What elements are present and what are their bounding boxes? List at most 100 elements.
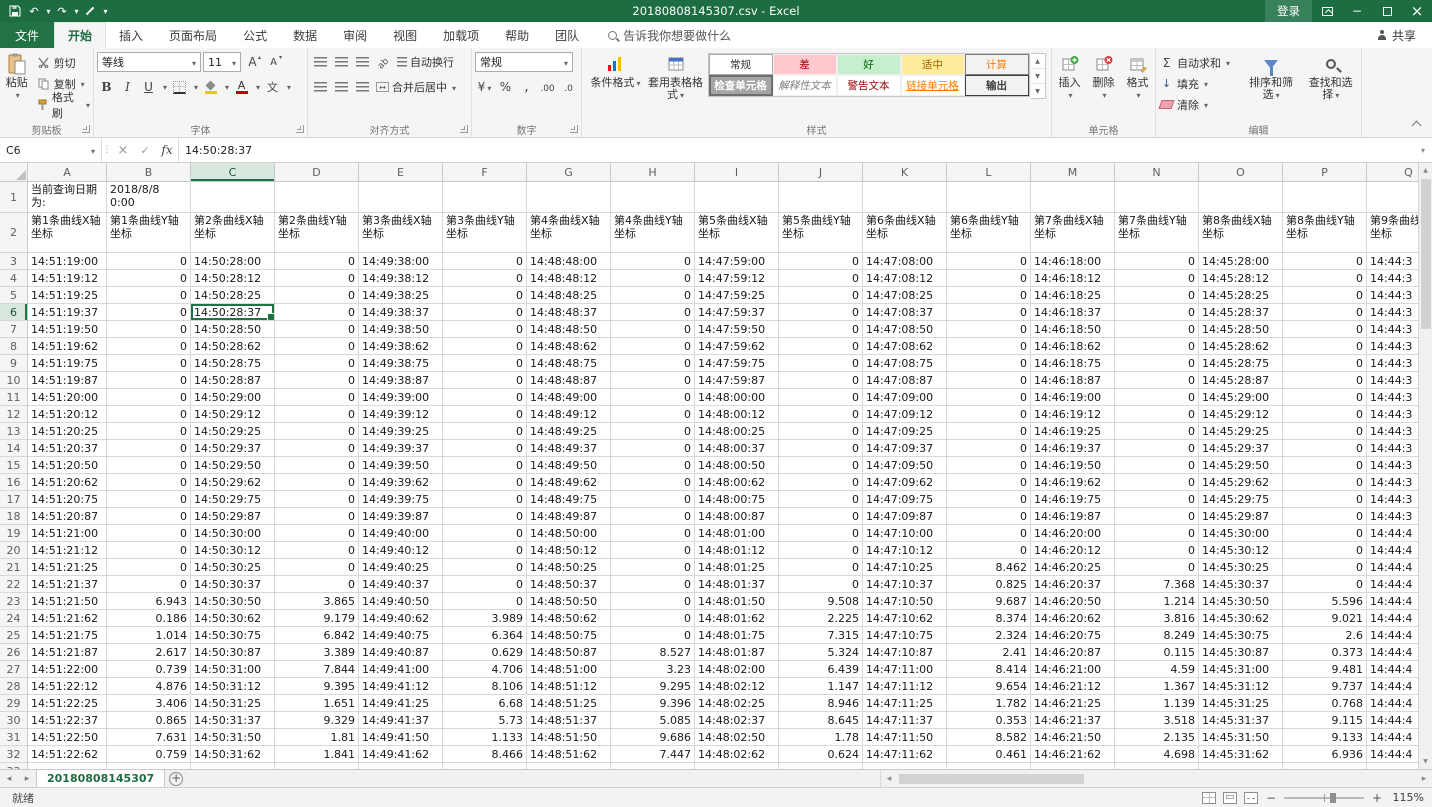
cell-J5[interactable]: 0: [779, 287, 863, 304]
cell-J22[interactable]: 0: [779, 576, 863, 593]
row-header-15[interactable]: 15: [0, 457, 28, 474]
cell-B14[interactable]: 0: [107, 440, 191, 457]
cell-P1[interactable]: [1283, 182, 1367, 213]
redo-button[interactable]: [53, 1, 71, 21]
cell-L10[interactable]: 0: [947, 372, 1031, 389]
cell-J10[interactable]: 0: [779, 372, 863, 389]
cell-C23[interactable]: 14:50:30:50: [191, 593, 275, 610]
column-header-E[interactable]: E: [359, 163, 443, 182]
ribbon-tab-data[interactable]: 数据: [280, 22, 330, 48]
normal-view-button[interactable]: [1202, 792, 1216, 804]
cell-N32[interactable]: 4.698: [1115, 746, 1199, 763]
cell-M29[interactable]: 14:46:21:25: [1031, 695, 1115, 712]
cell-K32[interactable]: 14:47:11:62: [863, 746, 947, 763]
cell-M16[interactable]: 14:46:19:62: [1031, 474, 1115, 491]
cell-M31[interactable]: 14:46:21:50: [1031, 729, 1115, 746]
cell-L21[interactable]: 8.462: [947, 559, 1031, 576]
sort-filter-button[interactable]: 排序和筛选: [1242, 50, 1301, 103]
cell-I14[interactable]: 14:48:00:37: [695, 440, 779, 457]
cell-H25[interactable]: 0: [611, 627, 695, 644]
cell-L14[interactable]: 0: [947, 440, 1031, 457]
cell-E15[interactable]: 14:49:39:50: [359, 457, 443, 474]
cell-Q3[interactable]: 14:44:3: [1367, 253, 1418, 270]
cell-G22[interactable]: 14:48:50:37: [527, 576, 611, 593]
cell-A7[interactable]: 14:51:19:50: [28, 321, 107, 338]
cell-J14[interactable]: 0: [779, 440, 863, 457]
cell-H11[interactable]: 0: [611, 389, 695, 406]
cell-N8[interactable]: 0: [1115, 338, 1199, 355]
cell-C16[interactable]: 14:50:29:62: [191, 474, 275, 491]
cell-L6[interactable]: 0: [947, 304, 1031, 321]
cell-C12[interactable]: 14:50:29:12: [191, 406, 275, 423]
cell-M8[interactable]: 14:46:18:62: [1031, 338, 1115, 355]
cancel-entry-button[interactable]: [112, 138, 134, 162]
cell-M25[interactable]: 14:46:20:75: [1031, 627, 1115, 644]
cell-M12[interactable]: 14:46:19:12: [1031, 406, 1115, 423]
cell-E12[interactable]: 14:49:39:12: [359, 406, 443, 423]
cell-B11[interactable]: 0: [107, 389, 191, 406]
cell-J30[interactable]: 8.645: [779, 712, 863, 729]
cell-B15[interactable]: 0: [107, 457, 191, 474]
cell-P32[interactable]: 6.936: [1283, 746, 1367, 763]
cell-C28[interactable]: 14:50:31:12: [191, 678, 275, 695]
column-header-N[interactable]: N: [1115, 163, 1199, 182]
scroll-left-arrow[interactable]: ◂: [881, 774, 897, 784]
font-color-dropdown[interactable]: [253, 77, 261, 97]
cell-I28[interactable]: 14:48:02:12: [695, 678, 779, 695]
cell-N5[interactable]: 0: [1115, 287, 1199, 304]
cell-C31[interactable]: 14:50:31:50: [191, 729, 275, 746]
row-header-24[interactable]: 24: [0, 610, 28, 627]
row-header-14[interactable]: 14: [0, 440, 28, 457]
row-header-11[interactable]: 11: [0, 389, 28, 406]
cell-L5[interactable]: 0: [947, 287, 1031, 304]
cell-N25[interactable]: 8.249: [1115, 627, 1199, 644]
cell-L19[interactable]: 0: [947, 525, 1031, 542]
cell-Q20[interactable]: 14:44:4: [1367, 542, 1418, 559]
conditional-formatting-button[interactable]: 条件格式: [587, 50, 643, 91]
cell-E28[interactable]: 14:49:41:12: [359, 678, 443, 695]
decrease-decimal-button[interactable]: [559, 77, 578, 97]
cell-C4[interactable]: 14:50:28:12: [191, 270, 275, 287]
cell-M15[interactable]: 14:46:19:50: [1031, 457, 1115, 474]
clipboard-dialog-launcher[interactable]: [82, 125, 90, 133]
cell-H18[interactable]: 0: [611, 508, 695, 525]
cell-H30[interactable]: 5.085: [611, 712, 695, 729]
cell-L3[interactable]: 0: [947, 253, 1031, 270]
cell-N31[interactable]: 2.135: [1115, 729, 1199, 746]
cell-I17[interactable]: 14:48:00:75: [695, 491, 779, 508]
cell-F30[interactable]: 5.73: [443, 712, 527, 729]
cell-F9[interactable]: 0: [443, 355, 527, 372]
cell-E21[interactable]: 14:49:40:25: [359, 559, 443, 576]
cell-Q18[interactable]: 14:44:3: [1367, 508, 1418, 525]
cell-N3[interactable]: 0: [1115, 253, 1199, 270]
row-header-1[interactable]: 1: [0, 182, 28, 213]
cell-L8[interactable]: 0: [947, 338, 1031, 355]
cell-O28[interactable]: 14:45:31:12: [1199, 678, 1283, 695]
align-left-button[interactable]: [311, 77, 330, 97]
cell-G2[interactable]: 第4条曲线X轴坐标: [527, 213, 611, 253]
cell-N10[interactable]: 0: [1115, 372, 1199, 389]
cell-I9[interactable]: 14:47:59:75: [695, 355, 779, 372]
ribbon-tab-formulas[interactable]: 公式: [230, 22, 280, 48]
cell-M1[interactable]: [1031, 182, 1115, 213]
cell-O31[interactable]: 14:45:31:50: [1199, 729, 1283, 746]
cell-C20[interactable]: 14:50:30:12: [191, 542, 275, 559]
ribbon-tab-help[interactable]: 帮助: [492, 22, 542, 48]
cell-M5[interactable]: 14:46:18:25: [1031, 287, 1115, 304]
cell-Q9[interactable]: 14:44:3: [1367, 355, 1418, 372]
cell-A5[interactable]: 14:51:19:25: [28, 287, 107, 304]
cell-J23[interactable]: 9.508: [779, 593, 863, 610]
cell-O13[interactable]: 14:45:29:25: [1199, 423, 1283, 440]
cell-F12[interactable]: 0: [443, 406, 527, 423]
cell-I8[interactable]: 14:47:59:62: [695, 338, 779, 355]
cell-P3[interactable]: 0: [1283, 253, 1367, 270]
cell-H31[interactable]: 9.686: [611, 729, 695, 746]
cell-P19[interactable]: 0: [1283, 525, 1367, 542]
cell-G4[interactable]: 14:48:48:12: [527, 270, 611, 287]
cell-G5[interactable]: 14:48:48:25: [527, 287, 611, 304]
cell-J13[interactable]: 0: [779, 423, 863, 440]
cell-Q16[interactable]: 14:44:3: [1367, 474, 1418, 491]
cell-style-calc[interactable]: 计算: [965, 54, 1029, 75]
cell-H12[interactable]: 0: [611, 406, 695, 423]
cell-E7[interactable]: 14:49:38:50: [359, 321, 443, 338]
